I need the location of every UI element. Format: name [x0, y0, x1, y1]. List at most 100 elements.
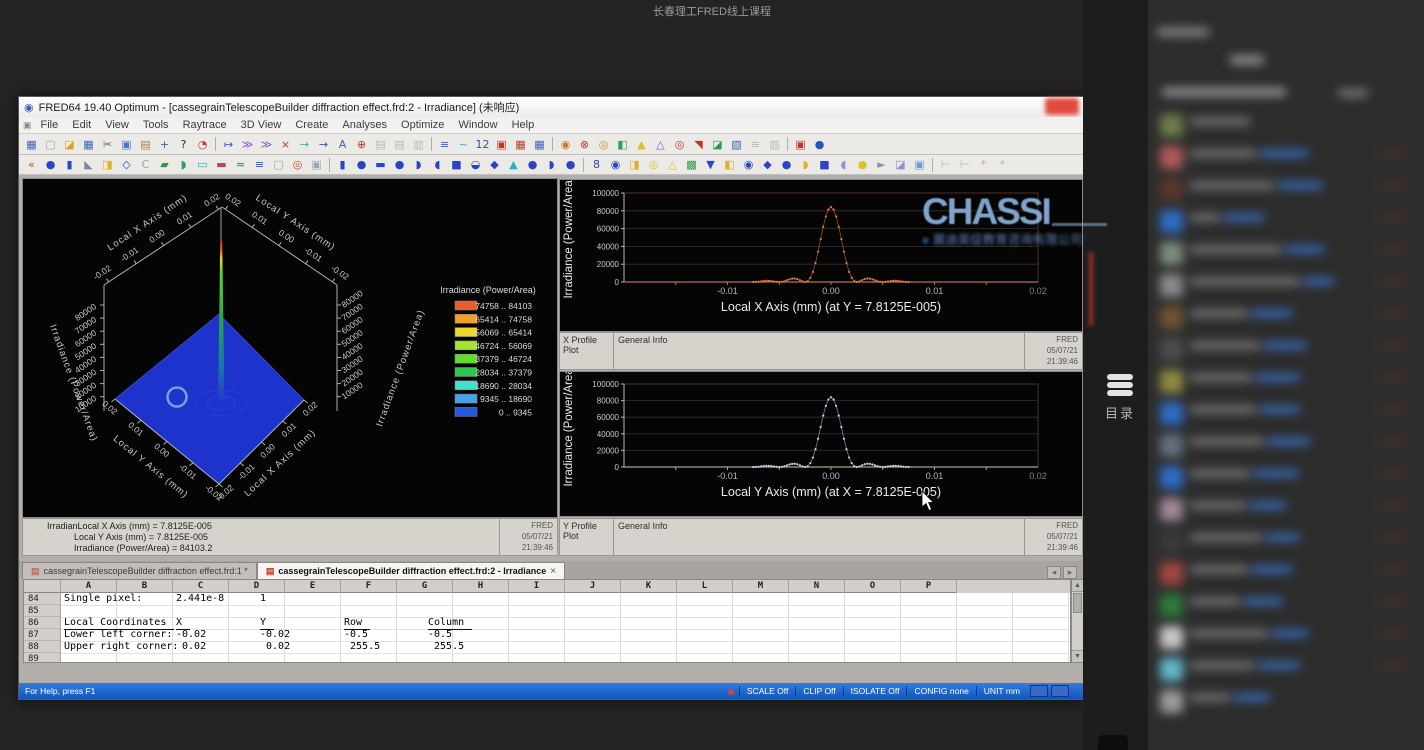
- toolbar-icon[interactable]: ◖: [428, 156, 447, 173]
- status-toggle-clip[interactable]: CLIP Off: [795, 686, 842, 696]
- toolbar-icon[interactable]: ▥: [765, 136, 784, 153]
- course-item[interactable]: [1148, 656, 1424, 687]
- menu-window[interactable]: Window: [451, 119, 504, 131]
- course-item[interactable]: [1148, 592, 1424, 623]
- sheet-cell[interactable]: 1: [260, 593, 266, 605]
- toolbar-icon[interactable]: ◉: [606, 156, 625, 173]
- catalog-button[interactable]: 目录: [1100, 372, 1140, 422]
- scrollbar-thumb[interactable]: [1073, 593, 1082, 613]
- sheet-cell[interactable]: Lower left corner:: [64, 629, 172, 641]
- toolbar-icon[interactable]: △: [651, 136, 670, 153]
- sheet-cell[interactable]: Single pixel:: [64, 593, 142, 605]
- status-toggle-scale[interactable]: SCALE Off: [739, 686, 795, 696]
- mdi-child-icon[interactable]: ▣: [23, 120, 32, 131]
- toolbar-icon[interactable]: ▲: [632, 136, 651, 153]
- toolbar-icon[interactable]: ▦: [530, 136, 549, 153]
- toolbar-icon[interactable]: ◧: [720, 156, 739, 173]
- row-header[interactable]: 86: [24, 617, 61, 629]
- column-header-C[interactable]: C: [173, 580, 229, 593]
- toolbar-icon[interactable]: ▬: [212, 156, 231, 173]
- sheet-cell[interactable]: Upper right corner:: [64, 641, 178, 653]
- sheet-row-87[interactable]: Lower left corner:-0.02-0.02-0.5-0.587: [24, 629, 1070, 641]
- scroll-down-icon[interactable]: ▼: [1072, 650, 1083, 662]
- toolbar-icon[interactable]: ●: [352, 156, 371, 173]
- toolbar-icon[interactable]: ▣: [910, 156, 929, 173]
- column-header-L[interactable]: L: [677, 580, 733, 593]
- toolbar-icon[interactable]: ▲: [504, 156, 523, 173]
- toolbar-icon[interactable]: ▦: [511, 136, 530, 153]
- toolbar-icon[interactable]: +: [155, 136, 174, 153]
- toolbar-icon[interactable]: ◎: [670, 136, 689, 153]
- toolbar-icon[interactable]: ⊗: [575, 136, 594, 153]
- toolbar-icon[interactable]: ■: [815, 156, 834, 173]
- toolbar-icon[interactable]: ▧: [727, 136, 746, 153]
- menu-help[interactable]: Help: [505, 119, 542, 131]
- y-profile-tab[interactable]: Y Profile Plot: [560, 519, 614, 555]
- course-item[interactable]: [1148, 560, 1424, 591]
- toolbar-icon[interactable]: ◖: [834, 156, 853, 173]
- toolbar-icon[interactable]: ●: [41, 156, 60, 173]
- toolbar-icon[interactable]: ◇: [117, 156, 136, 173]
- toolbar-icon[interactable]: ◉: [556, 136, 575, 153]
- toolbar-icon[interactable]: 12: [473, 136, 492, 153]
- toolbar-icon[interactable]: ↦: [219, 136, 238, 153]
- toolbar-icon[interactable]: *: [993, 156, 1012, 173]
- menu-edit[interactable]: Edit: [65, 119, 98, 131]
- surface-3d-plot[interactable]: -0.02-0.010.000.010.02Local X Axis (mm)0…: [22, 178, 558, 518]
- column-header-J[interactable]: J: [565, 580, 621, 593]
- tab-scroll-right[interactable]: ▸: [1063, 566, 1077, 579]
- toolbar-icon[interactable]: ≈: [231, 156, 250, 173]
- row-header[interactable]: 85: [24, 605, 61, 617]
- menu-tools[interactable]: Tools: [136, 119, 176, 131]
- tab-document-1[interactable]: ▤ cassegrainTelescopeBuilder diffraction…: [22, 562, 257, 579]
- status-toggle-unit[interactable]: UNIT mm: [976, 686, 1027, 696]
- toolbar-icon[interactable]: ▥: [409, 136, 428, 153]
- toolbar-icon[interactable]: ≡: [250, 156, 269, 173]
- tab-scroll-left[interactable]: ◂: [1047, 566, 1061, 579]
- course-item[interactable]: [1148, 368, 1424, 399]
- toolbar-icon[interactable]: ◣: [79, 156, 98, 173]
- general-info-tab[interactable]: General Info: [614, 519, 1024, 555]
- toolbar-icon[interactable]: ×: [276, 136, 295, 153]
- toolbar-icon[interactable]: ▼: [701, 156, 720, 173]
- menu-create[interactable]: Create: [288, 119, 335, 131]
- menu-analyses[interactable]: Analyses: [335, 119, 394, 131]
- toolbar-icon[interactable]: ▰: [155, 156, 174, 173]
- toolbar-icon[interactable]: ⊢: [955, 156, 974, 173]
- toolbar-icon[interactable]: ▤: [371, 136, 390, 153]
- toolbar-icon[interactable]: ◎: [288, 156, 307, 173]
- column-header-P[interactable]: P: [901, 580, 957, 593]
- toolbar-icon[interactable]: ⊕: [352, 136, 371, 153]
- sheet-row-84[interactable]: Single pixel:2.441e-8184: [24, 593, 1070, 605]
- analysis-spreadsheet[interactable]: ABCDEFGHIJKLMNOPSingle pixel:2.441e-8184…: [23, 579, 1071, 663]
- toolbar-icon[interactable]: ◗: [174, 156, 193, 173]
- toolbar-icon[interactable]: ≫: [257, 136, 276, 153]
- course-item[interactable]: [1148, 176, 1424, 207]
- toolbar-icon[interactable]: ◪: [891, 156, 910, 173]
- toolbar-icon[interactable]: «: [22, 156, 41, 173]
- tab-close-icon[interactable]: ×: [550, 566, 556, 577]
- toolbar-icon[interactable]: →: [314, 136, 333, 153]
- toolbar-icon[interactable]: ●: [777, 156, 796, 173]
- course-item[interactable]: [1148, 496, 1424, 527]
- toolbar-icon[interactable]: ▣: [791, 136, 810, 153]
- toolbar-icon[interactable]: ✂: [98, 136, 117, 153]
- toolbar-icon[interactable]: ●: [523, 156, 542, 173]
- course-item[interactable]: [1148, 272, 1424, 303]
- sheet-cell[interactable]: -0.5: [344, 629, 368, 641]
- scroll-up-icon[interactable]: ▲: [1072, 580, 1083, 592]
- toolbar-icon[interactable]: ◪: [60, 136, 79, 153]
- menu-file[interactable]: File: [34, 119, 66, 131]
- toolbar-icon[interactable]: ●: [390, 156, 409, 173]
- toolbar-icon[interactable]: ≡: [746, 136, 765, 153]
- toolbar-icon[interactable]: ▬: [371, 156, 390, 173]
- course-item[interactable]: [1148, 112, 1424, 143]
- toolbar-icon[interactable]: ◧: [613, 136, 632, 153]
- toolbar-icon[interactable]: ■: [447, 156, 466, 173]
- toolbar-icon[interactable]: ▦: [79, 136, 98, 153]
- row-header[interactable]: 89: [24, 653, 61, 663]
- toolbar-icon[interactable]: ◎: [594, 136, 613, 153]
- sheet-cell[interactable]: -0.02: [176, 629, 206, 641]
- menu-optimize[interactable]: Optimize: [394, 119, 451, 131]
- toolbar-icon[interactable]: *: [974, 156, 993, 173]
